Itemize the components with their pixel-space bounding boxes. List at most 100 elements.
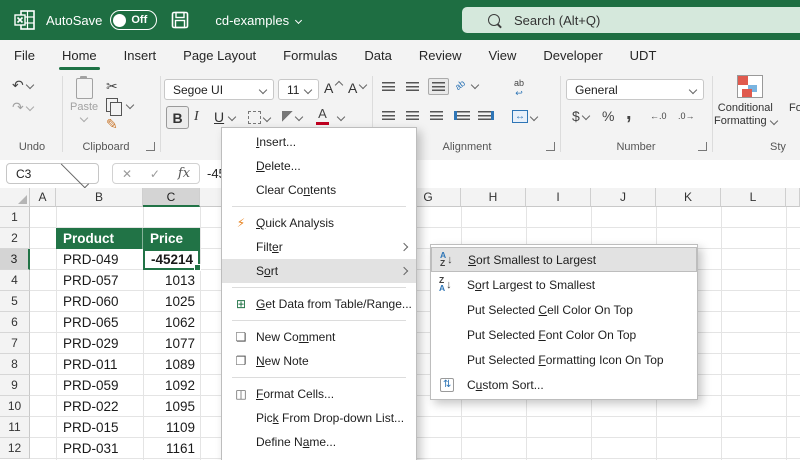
row-header[interactable]: 12: [0, 438, 30, 459]
font-size-combo[interactable]: 11: [278, 79, 319, 100]
ribbon-tab[interactable]: Data: [351, 40, 404, 70]
context-menu-item[interactable]: Define Name...: [222, 430, 416, 454]
increase-decimal-button[interactable]: ←.0: [650, 111, 667, 121]
copy-button[interactable]: [106, 98, 133, 112]
name-box[interactable]: C3: [6, 163, 99, 184]
align-left-button[interactable]: [382, 111, 395, 120]
context-menu-item[interactable]: Pick From Drop-down List...: [222, 406, 416, 430]
conditional-formatting-button[interactable]: Conditional Formatting: [714, 102, 777, 127]
cell-product[interactable]: PRD-065: [56, 312, 143, 333]
row-header[interactable]: 9: [0, 375, 30, 396]
row-header[interactable]: 10: [0, 396, 30, 417]
wrap-text-button[interactable]: ab↩: [514, 78, 524, 99]
cell-price[interactable]: 1013: [143, 270, 200, 291]
sort-submenu-item[interactable]: Put Selected Formatting Icon On Top: [431, 347, 697, 372]
column-header[interactable]: K: [656, 188, 721, 207]
currency-button[interactable]: $: [572, 108, 589, 124]
context-menu-item[interactable]: ⚡ Quick Analysis: [222, 211, 416, 235]
row-header[interactable]: 7: [0, 333, 30, 354]
top-align-button[interactable]: [382, 82, 395, 91]
comma-style-button[interactable]: ,: [626, 102, 632, 125]
borders-button[interactable]: [248, 111, 270, 124]
column-header[interactable]: [786, 188, 800, 207]
row-header[interactable]: 8: [0, 354, 30, 375]
alignment-dialog-launcher-icon[interactable]: [546, 142, 555, 151]
number-dialog-launcher-icon[interactable]: [698, 142, 707, 151]
cancel-icon[interactable]: ✕: [122, 167, 132, 181]
row-header[interactable]: 2: [0, 228, 30, 249]
italic-button[interactable]: I: [194, 109, 199, 125]
redo-button[interactable]: ↷: [12, 100, 33, 114]
font-color-dropdown[interactable]: [338, 114, 344, 120]
font-name-combo[interactable]: Segoe UI: [164, 79, 274, 100]
cell-product[interactable]: PRD-031: [56, 438, 143, 459]
cell-price[interactable]: 1025: [143, 291, 200, 312]
sort-submenu-item[interactable]: Put Selected Cell Color On Top: [431, 297, 697, 322]
row-header[interactable]: 1: [0, 207, 30, 228]
row-header[interactable]: 11: [0, 417, 30, 438]
context-menu-item[interactable]: ❐ New Note: [222, 349, 416, 373]
context-menu-item[interactable]: Clear Contents: [222, 178, 416, 202]
document-title[interactable]: cd-examples: [215, 13, 301, 28]
format-painter-button[interactable]: ✎: [106, 117, 118, 131]
middle-align-button[interactable]: [406, 82, 419, 91]
column-header[interactable]: B: [56, 188, 143, 207]
row-header[interactable]: 5: [0, 291, 30, 312]
cell-product[interactable]: PRD-022: [56, 396, 143, 417]
ribbon-tab[interactable]: File: [1, 40, 48, 70]
column-header[interactable]: L: [721, 188, 786, 207]
column-header[interactable]: I: [526, 188, 591, 207]
undo-button[interactable]: ↶: [12, 78, 33, 92]
context-menu-item[interactable]: ⊞ Get Data from Table/Range...: [222, 292, 416, 316]
ribbon-tab[interactable]: Formulas: [270, 40, 350, 70]
column-header[interactable]: C: [143, 188, 200, 207]
cell-price[interactable]: 1109: [143, 417, 200, 438]
context-menu-item[interactable]: Sort: [222, 259, 416, 283]
row-header[interactable]: 4: [0, 270, 30, 291]
sort-submenu-item[interactable]: AZ ↓ Sort Smallest to Largest: [431, 247, 697, 272]
column-header[interactable]: J: [591, 188, 656, 207]
cell-product[interactable]: PRD-029: [56, 333, 143, 354]
ribbon-tab[interactable]: Review: [406, 40, 475, 70]
cell-price[interactable]: 1092: [143, 375, 200, 396]
cell-product[interactable]: PRD-011: [56, 354, 143, 375]
cell-price[interactable]: 1095: [143, 396, 200, 417]
row-header[interactable]: 3: [0, 249, 30, 270]
row-header[interactable]: 6: [0, 312, 30, 333]
bottom-align-button[interactable]: [428, 78, 449, 95]
sort-submenu-item[interactable]: ⇅ Custom Sort...: [431, 372, 697, 397]
merge-center-button[interactable]: ↔: [512, 110, 537, 123]
context-menu-item[interactable]: ◫ Format Cells...: [222, 382, 416, 406]
increase-indent-button[interactable]: [478, 111, 494, 120]
fill-color-button[interactable]: [282, 111, 302, 122]
ribbon-tab[interactable]: Developer: [530, 40, 615, 70]
column-header[interactable]: A: [30, 188, 56, 207]
underline-button[interactable]: U: [214, 109, 235, 125]
sort-submenu-item[interactable]: Put Selected Font Color On Top: [431, 322, 697, 347]
decrease-decimal-button[interactable]: .0→: [678, 111, 695, 121]
sort-submenu-item[interactable]: ZA ↓ Sort Largest to Smallest: [431, 272, 697, 297]
cut-button[interactable]: ✂: [106, 79, 118, 93]
context-menu-item[interactable]: Insert...: [222, 130, 416, 154]
select-all-button[interactable]: [0, 188, 30, 207]
save-icon[interactable]: [171, 11, 189, 29]
context-menu-item[interactable]: ∞ Link: [222, 454, 416, 460]
ribbon-tab[interactable]: Page Layout: [170, 40, 269, 70]
align-right-button[interactable]: [430, 111, 443, 120]
cell-product[interactable]: PRD-049: [56, 249, 143, 270]
cell-price[interactable]: 1161: [143, 438, 200, 459]
paste-button[interactable]: Paste: [70, 78, 98, 121]
format-as-table-button[interactable]: Fo: [789, 102, 800, 114]
cell-price[interactable]: -45214: [143, 249, 200, 270]
cell-price[interactable]: 1062: [143, 312, 200, 333]
shrink-font-button[interactable]: A: [348, 80, 366, 96]
context-menu-item[interactable]: Filter: [222, 235, 416, 259]
font-color-button[interactable]: A: [316, 106, 329, 125]
decrease-indent-button[interactable]: [454, 111, 470, 120]
cell-product[interactable]: PRD-057: [56, 270, 143, 291]
percent-button[interactable]: %: [602, 108, 614, 124]
ribbon-tab[interactable]: Home: [49, 40, 110, 70]
cell-price-header[interactable]: Price: [143, 228, 200, 249]
cell-product-header[interactable]: Product: [56, 228, 143, 249]
clipboard-dialog-launcher-icon[interactable]: [146, 142, 155, 151]
